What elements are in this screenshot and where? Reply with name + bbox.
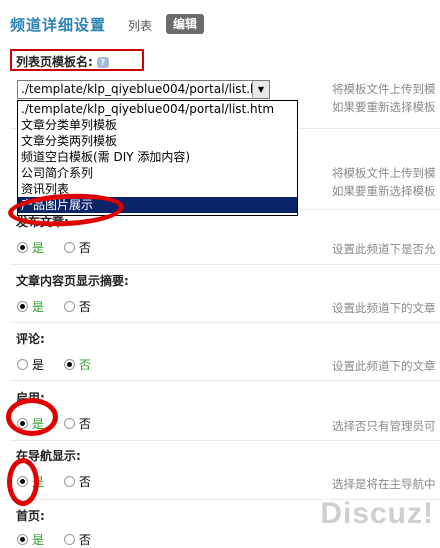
- radio-button-icon[interactable]: [17, 534, 28, 545]
- comment-radios: 是 否: [17, 356, 107, 373]
- radio-button-icon[interactable]: [63, 301, 75, 312]
- dropdown-option[interactable]: 文章分类单列模板: [18, 117, 297, 133]
- radio-button-icon[interactable]: [17, 242, 28, 253]
- radio-yes[interactable]: 是: [17, 533, 44, 547]
- discuz-watermark: Discuz!: [320, 497, 434, 530]
- list-template-help-1: 将模板文件上传到模: [332, 82, 436, 96]
- annotation-red-circle: [6, 398, 58, 436]
- radio-button-icon[interactable]: [17, 301, 28, 312]
- comment-label: 评论:: [16, 332, 45, 346]
- radio-no[interactable]: 否: [63, 417, 91, 431]
- publish-article-radios: 是 否: [17, 239, 107, 256]
- list-template-help-2: 如果要重新选择模板: [332, 100, 436, 114]
- radio-button-icon[interactable]: [63, 534, 75, 545]
- comment-help: 设置此频道下的文章: [332, 359, 436, 373]
- annotation-red-box: [10, 49, 144, 71]
- show-summary-radios: 是 否: [17, 298, 107, 315]
- radio-no[interactable]: 否: [63, 533, 91, 547]
- enabled-help: 选择否只有管理员可: [332, 419, 436, 433]
- tab-list[interactable]: 列表: [128, 17, 152, 34]
- radio-yes[interactable]: 是: [17, 241, 44, 255]
- divider: [10, 380, 440, 381]
- list-template-select-value: ./template/klp_qiyeblue004/portal/list.h…: [21, 82, 270, 96]
- radio-no[interactable]: 否: [63, 241, 91, 255]
- radio-button-icon[interactable]: [63, 242, 75, 253]
- radio-no[interactable]: 否: [63, 300, 91, 314]
- nav-show-help: 选择是将在主导航中: [332, 477, 436, 491]
- show-summary-help: 设置此频道下的文章: [332, 301, 436, 315]
- view-template-help-2: 如果要重新选择模板: [332, 184, 436, 198]
- homepage-radios: 是 否: [17, 531, 107, 548]
- radio-yes[interactable]: 是: [17, 300, 44, 314]
- homepage-label: 首页:: [16, 509, 45, 523]
- dropdown-option[interactable]: 文章分类两列模板: [18, 133, 297, 149]
- list-template-select[interactable]: ./template/klp_qiyeblue004/portal/list.h…: [17, 80, 270, 99]
- publish-article-help: 设置此频道下是否允: [332, 242, 436, 256]
- show-summary-label: 文章内容页显示摘要:: [16, 274, 129, 288]
- tab-edit[interactable]: 编辑: [166, 14, 205, 34]
- page-title: 频道详细设置: [10, 16, 107, 34]
- divider: [10, 264, 440, 265]
- radio-button-icon[interactable]: [63, 476, 75, 487]
- divider: [10, 322, 440, 323]
- radio-button-icon[interactable]: [63, 359, 75, 370]
- divider: [10, 440, 440, 441]
- radio-button-icon[interactable]: [63, 418, 75, 429]
- dropdown-option[interactable]: ./template/klp_qiyeblue004/portal/list.h…: [18, 101, 297, 117]
- radio-yes[interactable]: 是: [17, 358, 44, 372]
- view-template-help-1: 将模板文件上传到模: [332, 166, 436, 180]
- dropdown-option[interactable]: 公司简介系列: [18, 165, 297, 181]
- chevron-down-icon[interactable]: ▼: [252, 81, 269, 98]
- annotation-red-circle: [7, 458, 39, 506]
- radio-button-icon[interactable]: [17, 359, 28, 370]
- radio-no[interactable]: 否: [63, 358, 91, 372]
- dropdown-option[interactable]: 频道空白模板(需 DIY 添加内容): [18, 149, 297, 165]
- radio-no[interactable]: 否: [63, 475, 91, 489]
